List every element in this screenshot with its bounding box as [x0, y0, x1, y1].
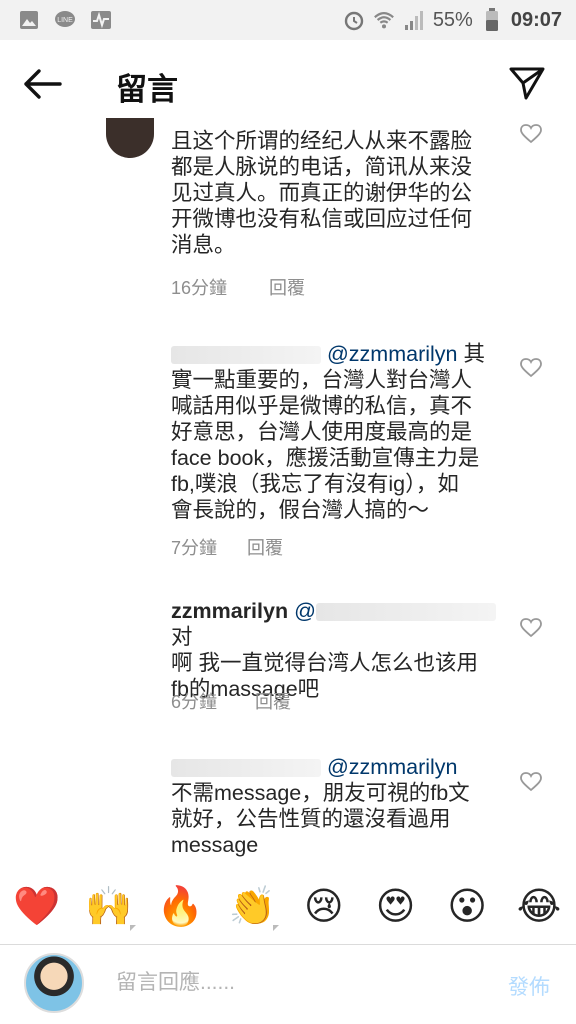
comment-line: 就好，公告性質的還沒看過用: [171, 807, 451, 831]
post-button[interactable]: 發佈: [508, 971, 550, 1001]
quick-emoji-bar: ❤️ 🙌 🔥 👏 😢 😍 😮 😂: [0, 876, 576, 936]
battery-percent: 55%: [432, 8, 473, 31]
redacted-mention: [315, 603, 496, 622]
redacted-username: [171, 759, 321, 778]
mention-link[interactable]: @zzmmarilyn: [327, 755, 458, 779]
comment-line: zzmmarilyn @ 对: [171, 598, 506, 650]
status-bar: LINE 55% 09:07: [0, 0, 576, 40]
my-avatar: [24, 953, 84, 1013]
reply-button[interactable]: 回覆: [247, 534, 283, 560]
alarm-icon: [343, 9, 365, 31]
reply-button[interactable]: 回覆: [255, 688, 291, 714]
comment-line: @zzmmarilyn: [171, 754, 506, 780]
comment-item: @zzmmarilyn 不需message，朋友可視的fb文 就好，公告性質的還…: [0, 752, 576, 870]
redacted-username: [171, 346, 321, 365]
comment-line: 开微博也没有私信或回应过任何: [171, 207, 473, 231]
comment-line: 好意思，台灣人使用度最高的是: [171, 420, 473, 444]
signal-icon: [403, 9, 425, 31]
battery-icon: [481, 8, 503, 31]
like-heart-icon[interactable]: [520, 772, 542, 792]
comment-text: zzmmarilyn @ 对 啊 我一直觉得台湾人怎么也该用 fb的massag…: [171, 598, 506, 702]
comment-line: 喊話用似乎是微博的私信，真不: [171, 394, 473, 418]
emoji-glyph: 👏: [228, 883, 276, 928]
crying-face-emoji-icon[interactable]: 😢: [301, 883, 347, 929]
comment-text: @zzmmarilyn 其 實一點重要的，台灣人對台灣人 喊話用似乎是微博的私信…: [171, 341, 506, 523]
comment-line-tail: 对: [171, 625, 193, 649]
tears-of-joy-emoji-icon[interactable]: 😂: [516, 883, 562, 929]
wifi-icon: [373, 9, 395, 31]
comment-composer: 發佈: [0, 945, 576, 1024]
mention-link[interactable]: @: [294, 599, 316, 623]
line-icon: LINE: [54, 9, 76, 31]
comment-line: message: [171, 833, 259, 857]
red-heart-emoji-icon[interactable]: ❤️: [13, 883, 60, 929]
heart-eyes-emoji-icon[interactable]: 😍: [373, 883, 419, 929]
like-heart-icon[interactable]: [520, 124, 542, 144]
comment-line-tail: 其: [463, 342, 486, 366]
comment-item: @zzmmarilyn 其 實一點重要的，台灣人對台灣人 喊話用似乎是微博的私信…: [0, 338, 576, 568]
comment-item: 且这个所谓的经纪人从来不露脸 都是人脉说的电话，简讯从来没 见过真人。而真正的谢…: [0, 110, 576, 310]
pulse-icon: [90, 9, 112, 31]
comment-item: zzmmarilyn @ 对 啊 我一直觉得台湾人怎么也该用 fb的massag…: [0, 596, 576, 736]
clapping-hands-emoji-icon[interactable]: 👏: [228, 883, 280, 931]
comment-line: 不需message，朋友可視的fb文: [171, 781, 470, 805]
like-heart-icon[interactable]: [520, 358, 542, 378]
emoji-glyph: 🙌: [85, 883, 133, 928]
comment-line: 會長說的，假台灣人搞的～: [171, 498, 430, 522]
svg-text:LINE: LINE: [57, 17, 73, 24]
comment-meta: 6分鐘 回覆: [171, 688, 291, 714]
comment-time: 6分鐘: [171, 692, 218, 712]
comment-line: 都是人脉说的电话，简讯从来没: [171, 155, 473, 179]
comment-list: 且这个所谓的经纪人从来不露脸 都是人脉说的电话，简讯从来没 见过真人。而真正的谢…: [0, 110, 576, 870]
avatar[interactable]: [106, 118, 154, 158]
comment-line: face book，應援活動宣傳主力是: [171, 446, 480, 470]
comment-username[interactable]: zzmmarilyn: [171, 599, 288, 623]
back-arrow-icon[interactable]: [22, 68, 64, 100]
comment-input[interactable]: [116, 971, 476, 995]
skin-tone-indicator: [273, 925, 280, 931]
comment-meta: 7分鐘 回覆: [171, 534, 283, 560]
comment-text: 且这个所谓的经纪人从来不露脸 都是人脉说的电话，简讯从来没 见过真人。而真正的谢…: [171, 128, 506, 258]
paper-plane-icon[interactable]: [508, 64, 546, 102]
status-system-icons: 55% 09:07: [343, 6, 562, 34]
comment-line: 且这个所谓的经纪人从来不露脸: [171, 129, 473, 153]
page-title: 留言: [116, 72, 178, 107]
comment-line: 消息。: [171, 233, 236, 257]
clock: 09:07: [510, 8, 562, 31]
like-heart-icon[interactable]: [520, 618, 542, 638]
comment-line: @zzmmarilyn 其: [171, 341, 506, 367]
comment-line: fb,噗浪（我忘了有沒有ig），如: [171, 472, 459, 496]
skin-tone-indicator: [129, 925, 136, 931]
comment-text: @zzmmarilyn 不需message，朋友可視的fb文 就好，公告性質的還…: [171, 754, 506, 858]
comment-line: 啊 我一直觉得台湾人怎么也该用: [171, 651, 478, 675]
surprised-face-emoji-icon[interactable]: 😮: [444, 883, 490, 929]
reply-button[interactable]: 回覆: [269, 274, 305, 300]
comment-line: 實一點重要的，台灣人對台灣人: [171, 368, 473, 392]
comment-meta: 16分鐘 回覆: [171, 274, 305, 300]
raising-hands-emoji-icon[interactable]: 🙌: [85, 883, 136, 931]
mention-link[interactable]: @zzmmarilyn: [327, 342, 458, 366]
fire-emoji-icon[interactable]: 🔥: [157, 883, 204, 929]
comment-time: 7分鐘: [171, 538, 218, 558]
status-notification-icons: LINE: [18, 9, 112, 31]
comment-time: 16分鐘: [171, 278, 228, 298]
image-icon: [18, 9, 40, 31]
comment-line: 见过真人。而真正的谢伊华的公: [171, 181, 473, 205]
